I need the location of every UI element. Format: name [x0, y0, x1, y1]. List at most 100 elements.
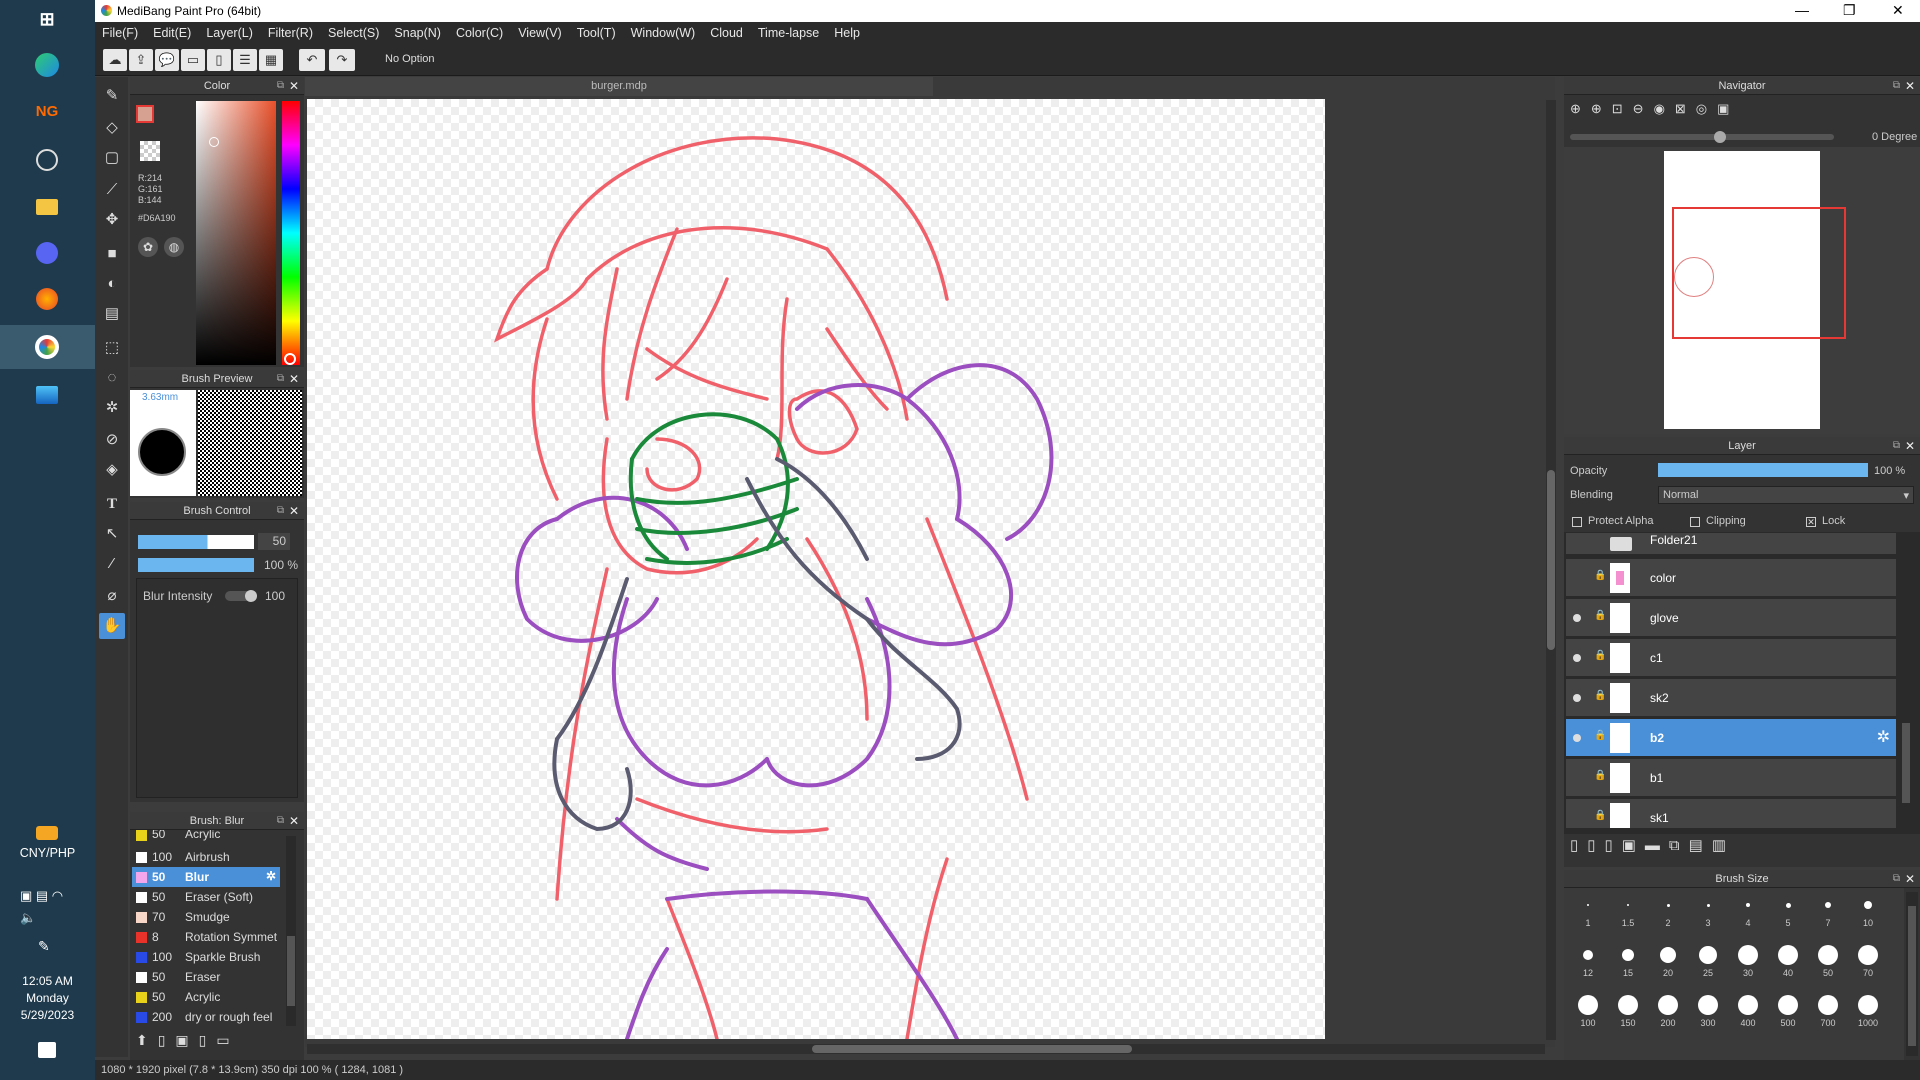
canvas-vertical-scrollbar[interactable] — [1546, 100, 1556, 1040]
close-window-button[interactable]: ✕ — [1892, 2, 1904, 19]
lock-icon[interactable]: 🔒 — [1594, 650, 1606, 661]
select-eraser-icon[interactable]: ◈ — [99, 457, 125, 483]
blur-intensity-handle[interactable] — [245, 590, 257, 602]
scrollbar-thumb[interactable] — [1908, 906, 1916, 1046]
lasso-tool-icon[interactable]: ◌ — [99, 365, 125, 391]
menu-color[interactable]: Color(C) — [449, 22, 511, 40]
file-explorer-icon[interactable] — [30, 190, 64, 224]
menu-cloud[interactable]: Cloud — [703, 22, 751, 40]
line-tool-icon[interactable]: ⟋ — [99, 177, 125, 203]
brush-size-option[interactable]: 4 — [1728, 892, 1768, 928]
rotation-handle[interactable] — [1714, 131, 1726, 143]
windows-start-icon[interactable]: ⊞ — [30, 2, 64, 36]
visibility-eye-icon[interactable] — [1573, 694, 1581, 702]
color-mix-icon[interactable]: ◍ — [164, 237, 184, 257]
obs-icon[interactable] — [30, 143, 64, 177]
brush-size-scrollbar[interactable] — [1906, 892, 1918, 1056]
brush-item[interactable]: 8 Rotation Symmet — [132, 927, 280, 947]
redo-icon[interactable]: ↷ — [329, 49, 355, 71]
brush-size-option[interactable]: 100 — [1568, 992, 1608, 1028]
navigator-preview-area[interactable] — [1564, 147, 1920, 434]
comment-icon[interactable]: 💬 — [155, 49, 179, 71]
notification-icon[interactable] — [38, 1042, 56, 1058]
photos-icon[interactable] — [30, 378, 64, 412]
cloud-icon[interactable]: ☁ — [103, 49, 127, 71]
firefox-icon[interactable] — [30, 282, 64, 316]
scrollbar-thumb[interactable] — [287, 936, 295, 1006]
lock-icon[interactable]: 🔒 — [1594, 770, 1606, 781]
brush-size-option[interactable]: 200 — [1648, 992, 1688, 1028]
operation-tool-icon[interactable]: ↖ — [99, 521, 125, 547]
close-icon[interactable]: ✕ — [289, 370, 299, 388]
close-icon[interactable]: ✕ — [1905, 437, 1915, 455]
popout-icon[interactable]: ⧉ — [277, 502, 284, 520]
rotation-slider[interactable] — [1570, 131, 1834, 143]
dropper-tool-icon[interactable]: ⁄ — [99, 551, 125, 577]
brush-item[interactable]: 200 dry or rough feel — [132, 1007, 280, 1027]
layer-row[interactable]: 🔒 b1 — [1566, 759, 1896, 797]
brush-size-option[interactable]: 12 — [1568, 942, 1608, 978]
bucket-tool-icon[interactable]: ◐ — [99, 271, 125, 297]
saturation-value-picker[interactable] — [196, 101, 276, 365]
layer-list-scrollbar[interactable] — [1900, 533, 1912, 829]
brush-item[interactable]: 100 Airbrush — [132, 847, 280, 867]
brush-item-selected[interactable]: 50 Blur ✲ — [132, 867, 280, 887]
brush-size-option[interactable]: 300 — [1688, 992, 1728, 1028]
clock-time[interactable]: 12:05 AM — [0, 974, 95, 988]
popout-icon[interactable]: ⧉ — [1893, 437, 1900, 455]
brush-tool-icon[interactable]: ✎ — [99, 83, 125, 109]
upload-icon[interactable]: ⇪ — [129, 49, 153, 71]
canvas-horizontal-scrollbar[interactable] — [307, 1044, 1545, 1054]
popout-icon[interactable]: ⧉ — [277, 77, 284, 95]
eyedropper-tool-icon[interactable]: ⌀ — [99, 583, 125, 609]
palette-icon[interactable]: ✿ — [138, 237, 158, 257]
document-tab[interactable]: burger.mdp — [305, 77, 933, 96]
close-icon[interactable]: ✕ — [289, 77, 299, 95]
clock-date[interactable]: 5/29/2023 — [0, 1008, 95, 1022]
brush-size-option[interactable]: 5 — [1768, 892, 1808, 928]
transparent-swatch[interactable] — [140, 141, 160, 161]
brush-item[interactable]: 50 Acrylic — [132, 830, 280, 844]
page-icon[interactable]: ▯ — [207, 49, 231, 71]
close-icon[interactable]: ✕ — [289, 502, 299, 520]
lock-icon[interactable]: 🔒 — [1594, 690, 1606, 701]
layer-row[interactable]: 🔒 glove — [1566, 599, 1896, 637]
brush-list-actions[interactable]: ⬆▯▣▯▭ — [136, 1032, 240, 1049]
brush-size-option[interactable]: 10 — [1848, 892, 1888, 928]
popout-icon[interactable]: ⧉ — [277, 812, 284, 830]
protect-alpha-checkbox[interactable] — [1572, 517, 1582, 527]
currency-label[interactable]: CNY/PHP — [0, 846, 95, 860]
hue-slider-handle[interactable] — [284, 353, 296, 365]
settings-gear-icon[interactable]: ✲ — [266, 869, 276, 883]
popout-icon[interactable]: ⧉ — [1893, 870, 1900, 888]
lock-icon[interactable]: 🔒 — [1594, 570, 1606, 581]
rect-tool-icon[interactable]: ▢ — [99, 145, 125, 171]
menu-tool[interactable]: Tool(T) — [570, 22, 624, 40]
visibility-eye-icon[interactable] — [1573, 654, 1581, 662]
text-tool-icon[interactable]: T — [99, 491, 125, 517]
undo-icon[interactable]: ↶ — [299, 49, 325, 71]
brush-size-option[interactable]: 50 — [1808, 942, 1848, 978]
menu-snap[interactable]: Snap(N) — [387, 22, 449, 40]
layer-row[interactable]: 🔒 c1 — [1566, 639, 1896, 677]
close-icon[interactable]: ✕ — [289, 812, 299, 830]
clock-day[interactable]: Monday — [0, 991, 95, 1005]
edge-browser-icon[interactable] — [30, 48, 64, 82]
menu-layer[interactable]: Layer(L) — [199, 22, 261, 40]
popout-icon[interactable]: ⧉ — [1893, 77, 1900, 95]
layer-opacity-slider[interactable] — [1658, 463, 1868, 477]
system-tray-icons[interactable]: ▣ ▤ ◠ — [20, 888, 63, 904]
ng-app-icon[interactable]: NG — [30, 94, 64, 128]
menu-file[interactable]: File(F) — [95, 22, 146, 40]
brush-size-option[interactable]: 20 — [1648, 942, 1688, 978]
currency-widget-icon[interactable] — [36, 826, 58, 840]
brush-item[interactable]: 70 Smudge — [132, 907, 280, 927]
layer-settings-gear-icon[interactable]: ✲ — [1877, 727, 1890, 747]
brush-size-option[interactable]: 2 — [1648, 892, 1688, 928]
magic-wand-icon[interactable]: ✲ — [99, 395, 125, 421]
layer-row-selected[interactable]: 🔒 b2 ✲ — [1566, 719, 1896, 757]
hue-slider[interactable] — [282, 101, 300, 365]
menu-timelapse[interactable]: Time-lapse — [751, 22, 827, 40]
select-tool-icon[interactable]: ⬚ — [99, 335, 125, 361]
minimize-button[interactable]: — — [1795, 2, 1809, 18]
